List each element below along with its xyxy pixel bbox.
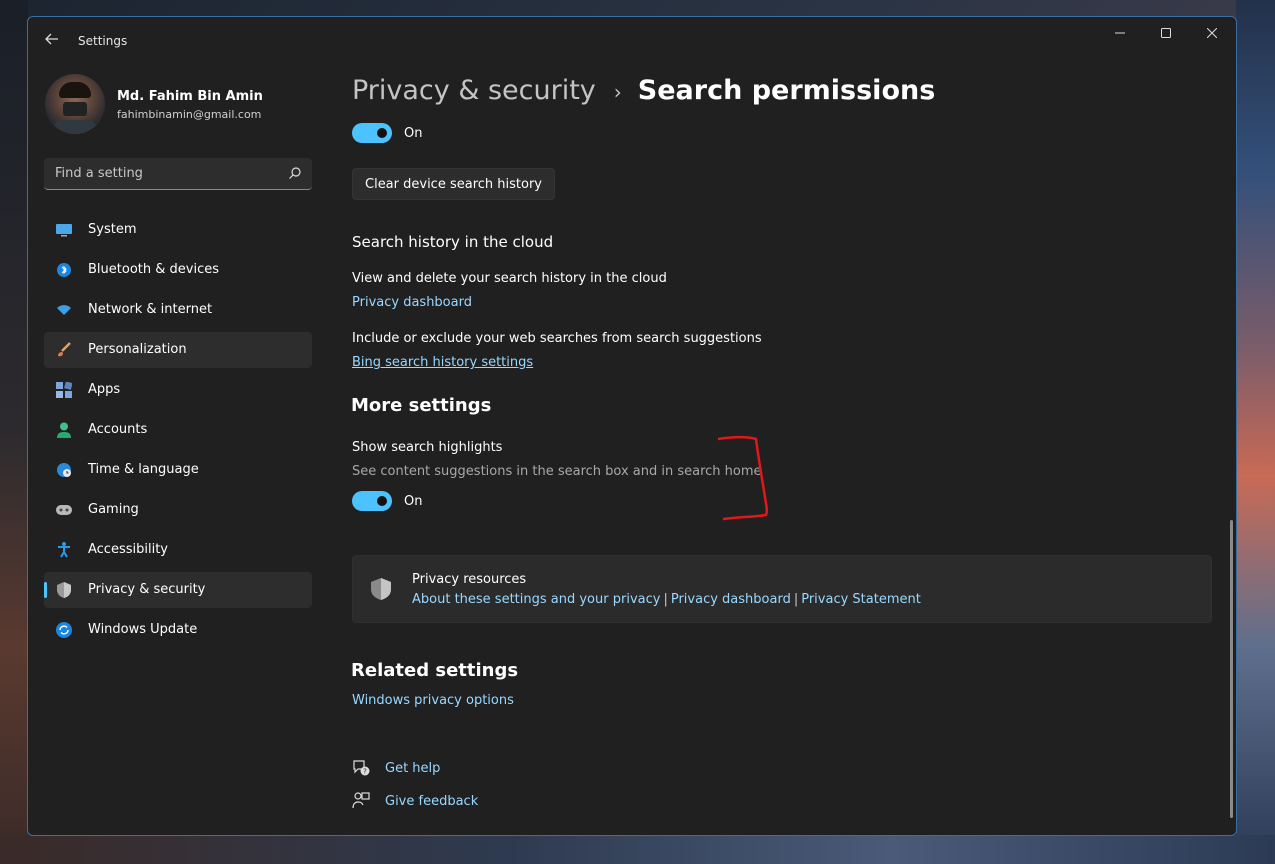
about-settings-link[interactable]: About these settings and your privacy [412, 592, 660, 607]
sidebar-item-apps[interactable]: Apps [44, 372, 312, 408]
page-title: Search permissions [637, 75, 936, 106]
update-icon [56, 622, 72, 638]
shield-icon [371, 578, 391, 600]
clear-history-button[interactable]: Clear device search history [352, 168, 555, 200]
gamepad-icon [56, 502, 72, 518]
sidebar-item-accessibility[interactable]: Accessibility [44, 532, 312, 568]
sidebar-item-label: Time & language [88, 462, 199, 477]
windows-privacy-options-link[interactable]: Windows privacy options [352, 693, 514, 708]
sidebar-item-label: Privacy & security [88, 582, 206, 597]
sidebar-item-label: Bluetooth & devices [88, 262, 219, 277]
get-help-icon: ? [353, 760, 370, 776]
desktop-background-left [0, 0, 28, 864]
highlights-title: Show search highlights [352, 440, 503, 455]
link-separator: | [663, 592, 668, 607]
sidebar-item-system[interactable]: System [44, 212, 312, 248]
sidebar-item-label: Gaming [88, 502, 139, 517]
sidebar-item-label: Apps [88, 382, 121, 397]
close-button[interactable] [1189, 17, 1235, 49]
wifi-icon [56, 302, 72, 318]
maximize-icon [1161, 28, 1171, 38]
cloud-history-heading: Search history in the cloud [352, 233, 554, 251]
arrow-left-icon [45, 33, 58, 45]
sidebar-item-label: Accessibility [88, 542, 168, 557]
privacy-resources-links: About these settings and your privacy | Pr… [412, 592, 921, 607]
breadcrumb: Privacy & security › Search permissions [352, 75, 935, 106]
settings-window: Settings Md. Fahim Bin Amin fahimbinamin… [27, 16, 1237, 836]
privacy-statement-link[interactable]: Privacy Statement [801, 592, 921, 607]
highlights-description: See content suggestions in the search bo… [352, 464, 762, 479]
maximize-button[interactable] [1143, 17, 1189, 49]
sidebar-item-network[interactable]: Network & internet [44, 292, 312, 328]
privacy-dashboard-link[interactable]: Privacy dashboard [352, 295, 472, 310]
minimize-icon [1115, 32, 1125, 34]
profile-name: Md. Fahim Bin Amin [117, 89, 263, 104]
sidebar-item-label: Accounts [88, 422, 148, 437]
view-delete-text: View and delete your search history in t… [352, 271, 667, 286]
breadcrumb-parent[interactable]: Privacy & security [352, 75, 596, 106]
related-settings-heading: Related settings [351, 660, 519, 681]
search-highlights-toggle[interactable] [352, 491, 392, 511]
sidebar-item-label: Personalization [88, 342, 187, 357]
globe-clock-icon [56, 462, 72, 478]
avatar[interactable] [45, 74, 105, 134]
desktop-background-bottom [0, 835, 1275, 864]
system-icon [56, 222, 72, 238]
sidebar-item-label: Network & internet [88, 302, 213, 317]
search-input[interactable]: Find a setting [44, 158, 312, 190]
search-placeholder: Find a setting [55, 166, 143, 181]
sidebar-item-time-language[interactable]: Time & language [44, 452, 312, 488]
sidebar-item-label: System [88, 222, 137, 237]
scrollbar[interactable] [1230, 520, 1233, 818]
search-history-toggle[interactable] [352, 123, 392, 143]
more-settings-heading: More settings [351, 395, 492, 416]
profile-email: fahimbinamin@gmail.com [117, 108, 262, 121]
privacy-resources-card: Privacy resources About these settings a… [352, 555, 1212, 623]
sidebar-item-gaming[interactable]: Gaming [44, 492, 312, 528]
bluetooth-icon [56, 262, 72, 278]
search-icon [289, 167, 301, 179]
brush-icon [56, 342, 72, 358]
sidebar-item-label: Windows Update [88, 622, 198, 637]
title-bar: Settings [28, 17, 1236, 57]
get-help-link[interactable]: Get help [385, 761, 440, 776]
chevron-right-icon: › [613, 80, 622, 104]
desktop-background-right [1236, 0, 1275, 864]
privacy-dashboard-link[interactable]: Privacy dashboard [671, 592, 791, 607]
bing-history-link[interactable]: Bing search history settings [352, 355, 533, 370]
apps-icon [56, 382, 72, 398]
svg-text:?: ? [363, 768, 367, 776]
give-feedback-link[interactable]: Give feedback [385, 794, 478, 809]
toggle-state-label: On [404, 494, 423, 509]
accessibility-icon [56, 542, 72, 558]
give-feedback-icon [352, 792, 370, 809]
privacy-resources-title: Privacy resources [412, 572, 527, 587]
sidebar-nav: System Bluetooth & devices Network & int… [44, 212, 312, 652]
sidebar-item-accounts[interactable]: Accounts [44, 412, 312, 448]
sidebar-item-personalization[interactable]: Personalization [44, 332, 312, 368]
minimize-button[interactable] [1097, 17, 1143, 49]
link-separator: | [793, 592, 799, 607]
red-bracket-annotation [718, 435, 769, 521]
close-icon [1207, 28, 1217, 38]
app-title: Settings [78, 34, 128, 48]
include-exclude-text: Include or exclude your web searches fro… [352, 331, 762, 346]
sidebar-item-windows-update[interactable]: Windows Update [44, 612, 312, 648]
back-button[interactable] [38, 27, 66, 51]
accounts-icon [56, 422, 72, 438]
toggle-state-label: On [404, 126, 423, 141]
sidebar-item-privacy-security[interactable]: Privacy & security [44, 572, 312, 608]
shield-icon [56, 582, 72, 598]
sidebar-item-bluetooth[interactable]: Bluetooth & devices [44, 252, 312, 288]
